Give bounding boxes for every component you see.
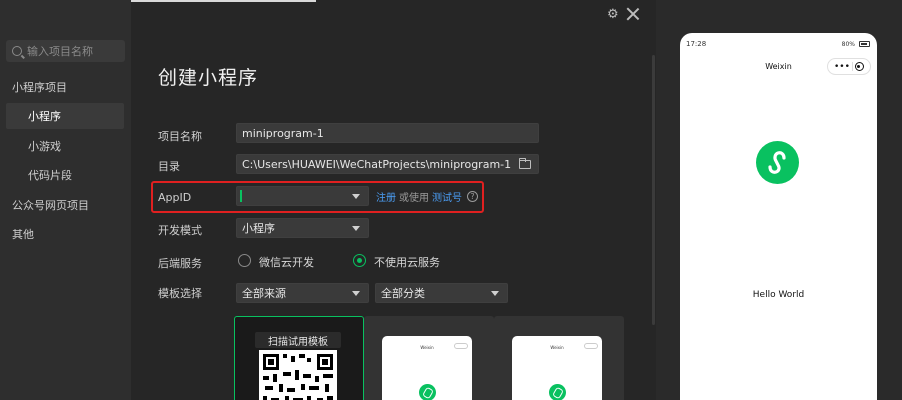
- sidebar-item-other[interactable]: 其他: [6, 221, 124, 247]
- form-scrollbar[interactable]: [652, 55, 655, 325]
- appid-select[interactable]: [236, 186, 369, 206]
- miniprogram-logo-icon: [549, 384, 566, 400]
- template-preview-phone: Weixin: [382, 336, 472, 400]
- or-use-text: 或使用: [399, 193, 429, 204]
- status-battery: 80%: [841, 41, 855, 48]
- sidebar-item-label: 代码片段: [28, 169, 72, 182]
- dev-mode-value: 小程序: [242, 222, 275, 235]
- sidebar-item-code-snippet[interactable]: 代码片段: [6, 162, 124, 188]
- status-time: 17:28: [686, 40, 707, 48]
- template-card-3[interactable]: Weixin: [494, 316, 624, 400]
- help-icon[interactable]: ?: [467, 191, 478, 202]
- directory-label: 目录: [158, 160, 180, 173]
- project-name-input[interactable]: miniprogram-1: [236, 123, 539, 143]
- hello-world-text: Hello World: [752, 290, 805, 300]
- directory-input[interactable]: C:\Users\HUAWEI\WeChatProjects\miniprogr…: [236, 154, 539, 174]
- backend-label: 后端服务: [158, 257, 202, 270]
- dev-mode-label: 开发模式: [158, 224, 202, 237]
- project-name-label: 项目名称: [158, 130, 202, 143]
- miniprogram-logo-icon: [419, 384, 436, 400]
- capsule-icon: [584, 343, 598, 349]
- record-icon[interactable]: [854, 62, 864, 71]
- capsule-icon: [454, 343, 468, 349]
- close-icon[interactable]: [626, 7, 640, 21]
- phone-preview: 17:28 80% Weixin ••• Hello World: [680, 33, 877, 400]
- appid-links: 注册 或使用 测试号 ?: [376, 189, 478, 204]
- radio-wechat-cloud[interactable]: [238, 254, 251, 267]
- search-input[interactable]: [27, 44, 117, 58]
- sidebar-item-label: 小程序项目: [12, 81, 67, 94]
- chevron-down-icon: [352, 226, 360, 231]
- project-name-value: miniprogram-1: [242, 126, 324, 140]
- template-category-select[interactable]: 全部分类: [375, 283, 508, 303]
- sidebar-item-miniprogram[interactable]: 小程序: [6, 103, 124, 129]
- search-icon: [12, 46, 22, 56]
- capsule-divider: [851, 62, 853, 71]
- battery-icon: [859, 41, 870, 47]
- register-link[interactable]: 注册: [376, 189, 396, 204]
- scan-template-label: 扫描试用模板: [255, 332, 341, 348]
- folder-icon[interactable]: [519, 158, 531, 169]
- chevron-down-icon: [352, 291, 360, 296]
- directory-value: C:\Users\HUAWEI\WeChatProjects\miniprogr…: [242, 157, 512, 171]
- template-preview-phone: Weixin: [512, 336, 602, 400]
- sidebar: 小程序项目 小程序 小游戏 代码片段 公众号网页项目 其他: [0, 0, 131, 400]
- radio-no-cloud[interactable]: [353, 254, 366, 267]
- template-source-value: 全部来源: [242, 287, 286, 300]
- capsule-button[interactable]: •••: [827, 58, 871, 75]
- project-search[interactable]: [6, 40, 125, 62]
- miniprogram-logo-icon: [756, 141, 799, 184]
- text-cursor: [240, 190, 242, 202]
- template-card-scan[interactable]: 扫描试用模板: [234, 316, 364, 400]
- sidebar-item-label: 其他: [12, 228, 34, 241]
- sidebar-item-miniprogram-projects[interactable]: 小程序项目: [6, 74, 124, 100]
- template-card-2[interactable]: Weixin: [364, 316, 494, 400]
- radio-label-no-cloud: 不使用云服务: [374, 256, 440, 269]
- sidebar-item-label: 小程序: [28, 110, 61, 123]
- template-label: 模板选择: [158, 287, 202, 300]
- top-strip: [131, 0, 316, 2]
- sidebar-item-label: 小游戏: [28, 140, 61, 153]
- dev-mode-select[interactable]: 小程序: [236, 218, 369, 238]
- qr-code: [259, 350, 337, 400]
- chevron-down-icon: [352, 194, 360, 199]
- template-source-select[interactable]: 全部来源: [236, 283, 369, 303]
- radio-label-wechat-cloud: 微信云开发: [259, 256, 314, 269]
- page-title: 创建小程序: [158, 67, 259, 89]
- appid-label: AppID: [158, 191, 192, 204]
- sidebar-item-minigame[interactable]: 小游戏: [6, 133, 124, 159]
- template-category-value: 全部分类: [381, 287, 425, 300]
- more-icon[interactable]: •••: [834, 62, 850, 71]
- sidebar-item-official-account-web[interactable]: 公众号网页项目: [6, 192, 124, 218]
- test-account-link[interactable]: 测试号: [432, 189, 462, 204]
- gear-icon[interactable]: ⚙: [607, 8, 619, 21]
- sidebar-item-label: 公众号网页项目: [12, 199, 89, 212]
- chevron-down-icon: [491, 291, 499, 296]
